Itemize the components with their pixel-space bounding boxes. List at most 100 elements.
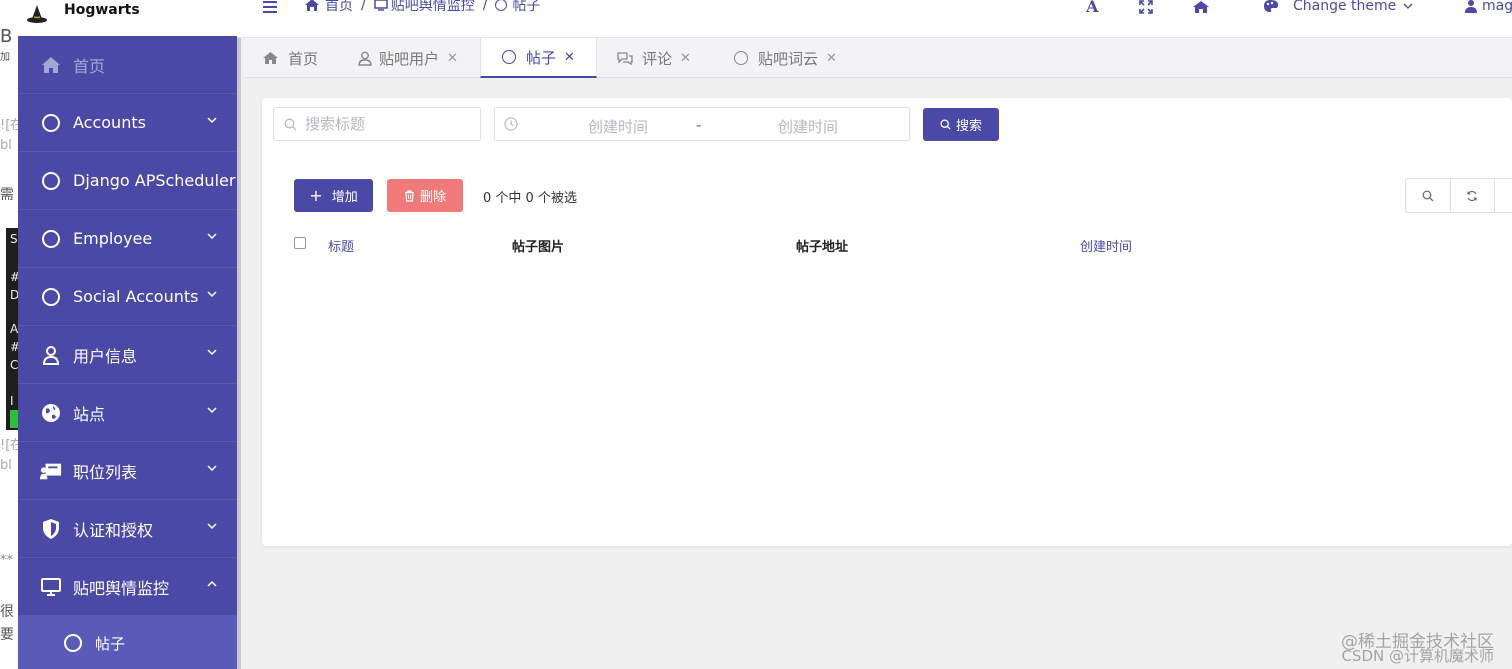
hamburger-menu-icon[interactable] <box>263 0 277 14</box>
circle-icon <box>40 170 62 192</box>
bg-fragment: # <box>10 270 18 284</box>
monitor-icon <box>40 576 62 598</box>
sidebar-subitem-posts[interactable]: 帖子 <box>18 616 237 669</box>
sidebar-item-social-accounts[interactable]: Social Accounts <box>18 268 237 326</box>
app-title: Hogwarts <box>64 2 140 18</box>
add-button-label: 增加 <box>331 190 358 205</box>
monitor-icon <box>373 0 388 11</box>
sidebar-logo[interactable]: Hogwarts <box>18 0 237 36</box>
select-all-checkbox[interactable] <box>294 237 306 249</box>
search-input[interactable] <box>305 115 475 133</box>
bg-fragment: ** <box>0 553 13 568</box>
sidebar-item-django-apscheduler[interactable]: Django APScheduler <box>18 152 237 210</box>
sidebar-item-user-info[interactable]: 用户信息 <box>18 326 237 384</box>
sidebar-item-employee[interactable]: Employee <box>18 210 237 268</box>
wizard-hat-logo-icon <box>26 4 48 26</box>
username: mag <box>1482 0 1512 14</box>
chevron-down-icon <box>207 291 217 298</box>
sidebar-item-job-list[interactable]: 职位列表 <box>18 442 237 500</box>
chevron-down-icon <box>1403 3 1413 9</box>
home-icon <box>305 0 319 11</box>
delete-button[interactable]: 删除 <box>387 179 463 212</box>
user-menu[interactable]: mag <box>1464 0 1512 14</box>
close-icon[interactable]: ✕ <box>826 51 837 66</box>
bg-fragment: ![在 <box>0 438 18 453</box>
date-range-picker[interactable]: 创建时间 - 创建时间 <box>494 107 910 141</box>
bg-fragment: 需 <box>0 187 14 203</box>
column-header-title[interactable]: 标题 <box>328 236 354 255</box>
sidebar-item-label: Accounts <box>73 113 146 132</box>
home-icon <box>40 54 62 76</box>
bg-fragment: 加 <box>0 52 10 63</box>
selection-count: 0 个中 0 个被选 <box>483 191 577 206</box>
sidebar-item-sites[interactable]: 站点 <box>18 384 237 442</box>
tab-label: 贴吧用户 <box>379 49 440 68</box>
chevron-down-icon <box>207 407 217 414</box>
tab-home[interactable]: 首页 <box>262 38 318 78</box>
search-button-label: 搜索 <box>955 119 982 134</box>
trash-icon <box>404 189 414 202</box>
search-button[interactable]: 搜索 <box>923 108 999 141</box>
chevron-up-icon <box>207 580 217 587</box>
circle-icon <box>502 50 516 64</box>
home-icon[interactable] <box>1192 0 1210 14</box>
terminal-progress <box>10 410 18 428</box>
clock-icon <box>504 117 518 131</box>
bg-fragment: 很 <box>0 604 14 620</box>
sidebar-item-auth[interactable]: 认证和授权 <box>18 500 237 558</box>
breadcrumb: 首页 / 贴吧舆情监控 / 帖子 <box>304 0 540 15</box>
breadcrumb-tieba-monitor[interactable]: 贴吧舆情监控 <box>391 0 475 15</box>
search-field[interactable] <box>273 107 481 141</box>
date-separator: - <box>696 116 702 134</box>
sidebar-item-label: 贴吧舆情监控 <box>73 578 170 598</box>
tab-label: 贴吧词云 <box>758 49 819 68</box>
fullscreen-icon[interactable] <box>1139 0 1153 14</box>
tab-tieba-users[interactable]: 贴吧用户 ✕ <box>358 38 458 78</box>
close-icon[interactable]: ✕ <box>564 50 575 65</box>
close-icon[interactable]: ✕ <box>680 51 691 66</box>
sidebar-item-tieba-monitor[interactable]: 贴吧舆情监控 <box>18 558 237 616</box>
tab-bar: 首页 贴吧用户 ✕ 帖子 ✕ 评论 ✕ 贴吧词云 ✕ <box>245 38 1512 78</box>
palette-icon <box>1264 0 1278 12</box>
watermark-csdn: CSDN @计算机魔术师 <box>1341 647 1494 665</box>
tab-word-cloud[interactable]: 贴吧词云 ✕ <box>734 38 837 78</box>
circle-icon <box>40 228 62 250</box>
circle-icon <box>40 112 62 134</box>
bg-fragment: B <box>0 26 13 47</box>
circle-icon <box>495 0 508 11</box>
sidebar-item-label: 帖子 <box>95 634 126 653</box>
tab-posts[interactable]: 帖子 ✕ <box>480 38 597 78</box>
bg-fragment: A <box>10 322 18 336</box>
delete-button-label: 删除 <box>419 190 446 205</box>
chevron-down-icon <box>207 233 217 240</box>
sidebar-scrollbar[interactable] <box>237 0 241 669</box>
column-header-created[interactable]: 创建时间 <box>1080 236 1132 255</box>
add-button[interactable]: + 增加 <box>294 179 373 212</box>
sidebar-item-home[interactable]: 首页 <box>18 36 237 94</box>
tab-comments[interactable]: 评论 ✕ <box>616 38 691 78</box>
date-start-input[interactable]: 创建时间 <box>588 116 648 137</box>
close-icon[interactable]: ✕ <box>447 51 458 66</box>
sidebar-item-accounts[interactable]: Accounts <box>18 94 237 152</box>
change-theme-dropdown[interactable]: Change theme <box>1263 0 1413 14</box>
comments-icon <box>617 52 633 65</box>
plus-icon: + <box>309 186 323 205</box>
change-theme-label: Change theme <box>1293 0 1397 14</box>
user-icon <box>40 344 62 366</box>
sidebar-item-label: 认证和授权 <box>73 520 154 540</box>
bg-fragment: bl <box>0 138 12 153</box>
bg-fragment: I <box>10 394 14 408</box>
chevron-down-icon <box>207 465 217 472</box>
search-icon <box>1422 190 1434 201</box>
topbar: 首页 / 贴吧舆情监控 / 帖子 A Change theme mag <box>237 0 1512 38</box>
chevron-down-icon <box>207 117 217 124</box>
home-icon <box>263 52 278 64</box>
refresh-button[interactable] <box>1451 179 1496 212</box>
toggle-search-button[interactable] <box>1406 179 1451 212</box>
font-size-icon[interactable]: A <box>1086 0 1098 16</box>
bg-fragment: ![在 <box>0 118 18 133</box>
sidebar-item-label: 用户信息 <box>73 346 138 366</box>
columns-button[interactable] <box>1495 179 1512 212</box>
breadcrumb-home[interactable]: 首页 <box>325 0 353 15</box>
date-end-input[interactable]: 创建时间 <box>778 116 838 137</box>
